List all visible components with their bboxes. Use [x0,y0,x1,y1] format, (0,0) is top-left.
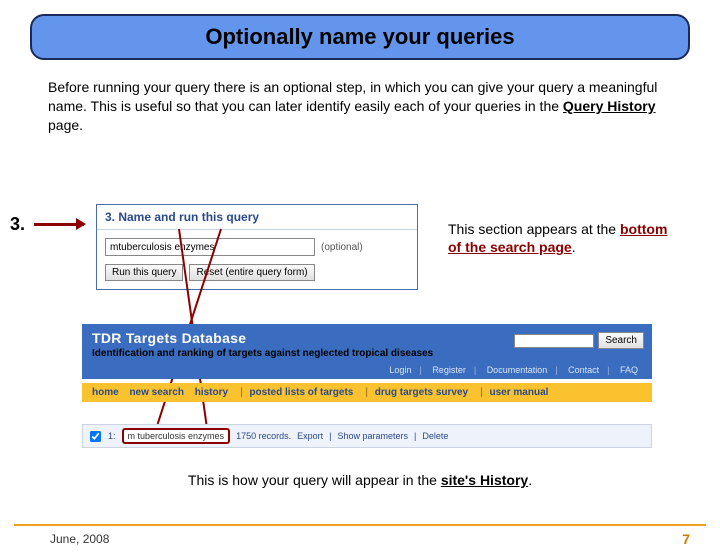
arrow-icon [34,223,84,226]
row-show-params[interactable]: Show parameters [337,431,408,441]
site-header: TDR Targets Database Identification and … [82,324,652,379]
site-nav: home new search history| posted lists of… [82,383,652,402]
note-post: . [572,239,576,255]
site-search-button[interactable]: Search [598,332,644,349]
link-documentation[interactable]: Documentation [487,365,548,375]
nav-new-search[interactable]: new search [129,387,183,398]
intro-text: Before running your query there is an op… [48,78,672,135]
note-pre: This section appears at the [448,221,620,237]
site-search: Search [514,332,644,349]
caption: This is how your query will appear in th… [0,472,720,488]
row-count: 1750 records. [236,431,291,441]
run-query-button[interactable]: Run this query [105,264,183,281]
page-title: Optionally name your queries [32,24,688,50]
query-name-input[interactable] [105,238,315,256]
nav-home[interactable]: home [92,387,119,398]
footer-rule [14,524,706,526]
link-register[interactable]: Register [432,365,466,375]
site-screenshot: TDR Targets Database Identification and … [82,324,652,448]
caption-post: . [528,472,532,488]
row-index: 1: [108,431,116,441]
row-checkbox[interactable] [90,430,101,441]
nav-user-manual[interactable]: user manual [490,387,549,398]
intro-post: page. [48,117,83,133]
footer: June, 2008 7 [0,524,720,554]
site-search-input[interactable] [514,334,594,348]
history-row: 1: m tuberculosis enzymes 1750 records. … [82,424,652,448]
title-bar: Optionally name your queries [30,14,690,60]
footer-date: June, 2008 [50,532,109,546]
section-note: This section appears at the bottom of th… [448,220,678,256]
nav-posted-lists[interactable]: posted lists of targets [249,387,353,398]
caption-pre: This is how your query will appear in th… [188,472,441,488]
name-query-panel: 3. Name and run this query (optional) Ru… [96,204,418,290]
panel-header: 3. Name and run this query [97,205,417,230]
step-number: 3. [10,214,25,235]
link-contact[interactable]: Contact [568,365,599,375]
row-query-name: m tuberculosis enzymes [122,428,231,444]
link-faq[interactable]: FAQ [620,365,638,375]
nav-drug-survey[interactable]: drug targets survey [375,387,468,398]
page-number: 7 [682,531,690,547]
query-history-link[interactable]: Query History [563,98,656,114]
row-delete[interactable]: Delete [422,431,448,441]
site-top-links: Login| Register| Documentation| Contact|… [92,365,642,375]
caption-emphasis: site's History [441,472,528,488]
row-export[interactable]: Export [297,431,323,441]
nav-history[interactable]: history [195,387,228,398]
site-subtitle: Identification and ranking of targets ag… [92,348,642,359]
optional-label: (optional) [321,242,363,253]
link-login[interactable]: Login [389,365,411,375]
